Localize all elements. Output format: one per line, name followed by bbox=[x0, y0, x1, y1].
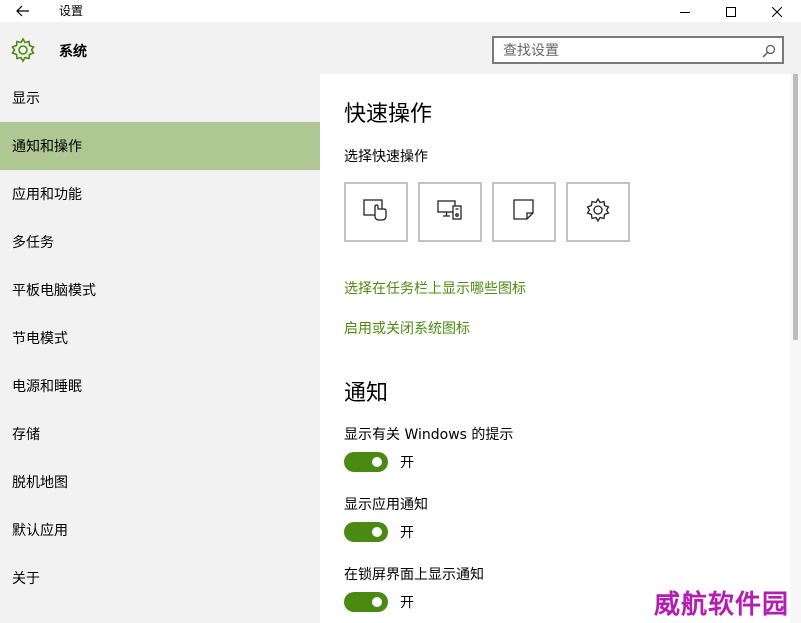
sidebar-item-label: 电源和睡眠 bbox=[12, 379, 82, 395]
setting-label: 显示应用通知 bbox=[344, 497, 428, 513]
quick-action-tile[interactable] bbox=[566, 182, 630, 242]
sidebar-item-label: 应用和功能 bbox=[12, 187, 82, 203]
gear-icon bbox=[10, 37, 36, 63]
close-icon bbox=[771, 2, 783, 21]
minimize-button[interactable] bbox=[662, 0, 708, 22]
title-bar: 设置 bbox=[0, 0, 801, 22]
sidebar-item-tablet-mode[interactable]: 平板电脑模式 bbox=[0, 266, 320, 314]
system-icons-link[interactable]: 启用或关闭系统图标 bbox=[344, 318, 470, 338]
sidebar-item-label: 通知和操作 bbox=[12, 139, 82, 155]
search-box[interactable] bbox=[492, 36, 784, 64]
toggle-row: 开 bbox=[344, 452, 414, 472]
quick-actions-subheading: 选择快速操作 bbox=[344, 149, 428, 165]
sidebar-nav: 显示 通知和操作 应用和功能 多任务 平板电脑模式 节电模式 电源和睡眠 存储 … bbox=[0, 74, 320, 623]
sidebar-item-label: 多任务 bbox=[12, 235, 54, 251]
toggle-state-label: 开 bbox=[400, 455, 414, 471]
sidebar-item-multitasking[interactable]: 多任务 bbox=[0, 218, 320, 266]
sidebar-item-display[interactable]: 显示 bbox=[0, 74, 320, 122]
sidebar-item-label: 默认应用 bbox=[12, 523, 68, 539]
watermark: 威航软件园 bbox=[654, 590, 790, 620]
sidebar-item-label: 存储 bbox=[12, 427, 40, 443]
search-input[interactable] bbox=[503, 41, 743, 61]
sidebar-item-label: 平板电脑模式 bbox=[12, 283, 96, 299]
setting-label: 在锁屏界面上显示通知 bbox=[344, 567, 484, 583]
toggle-row: 开 bbox=[344, 592, 414, 612]
maximize-button[interactable] bbox=[708, 0, 754, 22]
quick-action-tile[interactable] bbox=[492, 182, 556, 242]
toggle-row: 开 bbox=[344, 522, 414, 542]
sidebar-item-storage[interactable]: 存储 bbox=[0, 410, 320, 458]
main-content: 快速操作 选择快速操作 选择在任务栏上显示哪些图标 启用或关闭系统图标 通知 显… bbox=[320, 74, 790, 623]
note-icon bbox=[512, 198, 536, 226]
settings-gear-icon bbox=[585, 197, 611, 227]
sidebar-item-default-apps[interactable]: 默认应用 bbox=[0, 506, 320, 554]
sidebar-item-about[interactable]: 关于 bbox=[0, 554, 320, 602]
sidebar-item-label: 节电模式 bbox=[12, 331, 68, 347]
lock-screen-notifications-toggle[interactable] bbox=[344, 592, 388, 612]
connect-icon bbox=[437, 199, 463, 225]
sidebar-item-power-sleep[interactable]: 电源和睡眠 bbox=[0, 362, 320, 410]
quick-action-tile[interactable] bbox=[344, 182, 408, 242]
sidebar-item-battery-saver[interactable]: 节电模式 bbox=[0, 314, 320, 362]
maximize-icon bbox=[726, 2, 736, 21]
back-button[interactable] bbox=[8, 0, 38, 22]
scrollbar-thumb[interactable] bbox=[793, 74, 798, 340]
toggle-knob bbox=[372, 597, 382, 607]
back-arrow-icon bbox=[16, 2, 30, 21]
toggle-knob bbox=[372, 457, 382, 467]
page-title: 系统 bbox=[59, 44, 87, 60]
settings-header: 系统 bbox=[0, 22, 801, 74]
app-notifications-toggle[interactable] bbox=[344, 522, 388, 542]
tablet-mode-icon bbox=[363, 198, 389, 226]
sidebar-item-label: 显示 bbox=[12, 91, 40, 107]
setting-label: 显示有关 Windows 的提示 bbox=[344, 427, 514, 443]
toggle-knob bbox=[372, 527, 382, 537]
content-scrollbar[interactable] bbox=[790, 74, 801, 623]
search-icon[interactable] bbox=[762, 43, 776, 62]
minimize-icon bbox=[680, 2, 690, 21]
toggle-state-label: 开 bbox=[400, 595, 414, 611]
quick-actions-heading: 快速操作 bbox=[344, 102, 433, 127]
sidebar-item-apps-features[interactable]: 应用和功能 bbox=[0, 170, 320, 218]
notifications-heading: 通知 bbox=[344, 381, 389, 406]
sidebar-item-label: 脱机地图 bbox=[12, 475, 68, 491]
quick-actions-tiles bbox=[344, 182, 630, 242]
toggle-state-label: 开 bbox=[400, 525, 414, 541]
windows-tips-toggle[interactable] bbox=[344, 452, 388, 472]
sidebar-item-notifications-actions[interactable]: 通知和操作 bbox=[0, 122, 320, 170]
taskbar-icons-link[interactable]: 选择在任务栏上显示哪些图标 bbox=[344, 278, 526, 298]
quick-action-tile[interactable] bbox=[418, 182, 482, 242]
sidebar-item-offline-maps[interactable]: 脱机地图 bbox=[0, 458, 320, 506]
close-button[interactable] bbox=[754, 0, 800, 22]
window-title: 设置 bbox=[59, 4, 84, 18]
sidebar-item-label: 关于 bbox=[12, 571, 40, 587]
